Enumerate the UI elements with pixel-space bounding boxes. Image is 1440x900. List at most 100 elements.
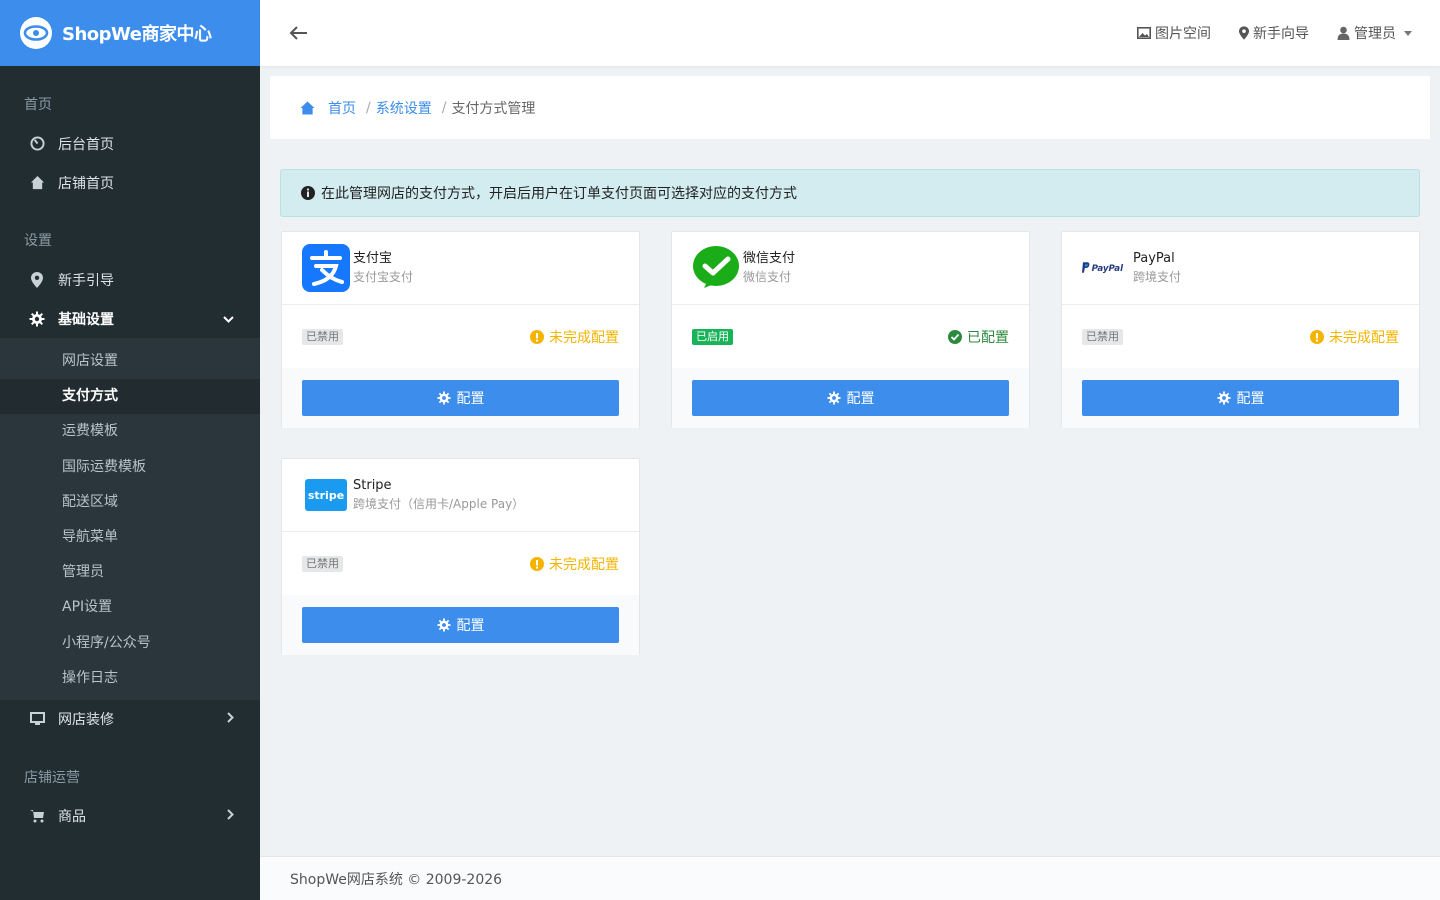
payment-card-wechat: 微信支付 微信支付 已启用 已配置 配置 <box>671 231 1030 428</box>
page-footer: ShopWe网店系统 © 2009-2026 <box>260 856 1440 900</box>
sidebar-subitem-intl-shipping[interactable]: 国际运费模板 <box>0 450 260 485</box>
sidebar-subitem-delivery-area[interactable]: 配送区域 <box>0 485 260 520</box>
config-state: 未完成配置 <box>1310 327 1399 347</box>
chevron-right-icon <box>227 711 234 727</box>
configure-button-label: 配置 <box>846 391 875 407</box>
payment-desc: 微信支付 <box>743 270 792 284</box>
config-state: 已配置 <box>948 327 1009 347</box>
home-icon <box>29 175 45 191</box>
sidebar-subitem-shop-settings[interactable]: 网店设置 <box>0 344 260 379</box>
payment-desc: 跨境支付（信用卡/Apple Pay） <box>353 497 525 511</box>
sidebar-subitem-nav-menu[interactable]: 导航菜单 <box>0 520 260 555</box>
sidebar: ShopWe商家中心 首页 后台首页 店铺首页 设置 新手引导 基础设置 网店设… <box>0 0 260 900</box>
map-marker-icon <box>1239 26 1249 40</box>
sidebar-item-decoration[interactable]: 网店装修 <box>0 700 260 739</box>
sidebar-subitem-logs[interactable]: 操作日志 <box>0 661 260 696</box>
warning-icon <box>1310 329 1324 344</box>
breadcrumb-home[interactable]: 首页 <box>328 98 356 118</box>
config-state-label: 未完成配置 <box>1329 329 1399 346</box>
config-state-label: 未完成配置 <box>549 329 619 346</box>
configure-button[interactable]: 配置 <box>1082 380 1399 416</box>
check-circle-icon <box>948 329 962 344</box>
monitor-icon <box>29 711 45 727</box>
payment-desc: 跨境支付 <box>1133 270 1182 284</box>
svg-text:stripe: stripe <box>308 489 344 502</box>
configure-button-label: 配置 <box>456 391 485 407</box>
top-links: 图片空间 新手向导 管理员 <box>1109 23 1440 43</box>
dashboard-icon <box>29 136 45 152</box>
admin-user-menu[interactable]: 管理员 <box>1337 23 1412 43</box>
user-icon <box>1337 26 1350 40</box>
warning-icon <box>530 329 544 344</box>
wechat-pay-logo-icon <box>692 244 740 292</box>
sidebar-item-label: 新手引导 <box>58 272 114 289</box>
brand-title: ShopWe商家中心 <box>62 24 212 45</box>
sidebar-subitem-shipping-template[interactable]: 运费模板 <box>0 414 260 449</box>
warning-icon <box>530 556 544 571</box>
status-badge: 已禁用 <box>1082 328 1123 345</box>
payment-desc: 支付宝支付 <box>353 270 414 284</box>
beginner-guide-link[interactable]: 新手向导 <box>1239 23 1309 43</box>
brand-logo-icon <box>20 17 52 49</box>
gear-icon <box>436 618 451 632</box>
map-marker-icon <box>29 271 45 288</box>
nav-section-settings: 设置 <box>24 233 52 249</box>
sidebar-item-label: 店铺首页 <box>58 175 114 192</box>
sidebar-subitem-admins[interactable]: 管理员 <box>0 555 260 590</box>
sidebar-item-label: 商品 <box>58 809 86 826</box>
payment-name: Stripe <box>353 478 392 493</box>
image-space-link[interactable]: 图片空间 <box>1137 23 1211 43</box>
sidebar-item-admin-home[interactable]: 后台首页 <box>0 124 260 163</box>
breadcrumb-separator: / <box>366 99 371 116</box>
brand-bar[interactable]: ShopWe商家中心 <box>0 0 260 66</box>
breadcrumb-separator: / <box>441 99 447 116</box>
sidebar-item-products[interactable]: 商品 <box>0 797 260 836</box>
configure-button[interactable]: 配置 <box>692 380 1009 416</box>
sidebar-item-label: 后台首页 <box>58 136 114 153</box>
sidebar-item-label: 基础设置 <box>58 311 114 328</box>
image-icon <box>1137 27 1151 39</box>
sidebar-item-label: 网店装修 <box>58 712 114 729</box>
configure-button[interactable]: 配置 <box>302 380 619 416</box>
info-icon <box>301 186 315 200</box>
caret-down-icon <box>1404 30 1412 36</box>
nav-section-operations: 店铺运营 <box>24 769 80 786</box>
sidebar-subitem-payment[interactable]: 支付方式 <box>0 379 260 415</box>
configure-button-label: 配置 <box>1236 391 1265 407</box>
alipay-logo-icon <box>302 244 350 292</box>
svg-text:PayPal: PayPal <box>1092 264 1125 274</box>
payment-card-alipay: 支付宝 支付宝支付 已禁用 未完成配置 配置 <box>281 231 640 428</box>
sidebar-subitem-miniprogram[interactable]: 小程序/公众号 <box>0 626 260 661</box>
config-state-label: 未完成配置 <box>549 556 619 573</box>
gear-icon <box>1216 391 1231 405</box>
sidebar-item-guide[interactable]: 新手引导 <box>0 260 260 299</box>
breadcrumb-current: 支付方式管理 <box>451 100 536 117</box>
breadcrumb: 首页 / 系统设置 / 支付方式管理 <box>270 76 1430 139</box>
payment-name: PayPal <box>1133 251 1175 266</box>
sidebar-item-basic-settings[interactable]: 基础设置 <box>0 299 260 338</box>
status-badge: 已禁用 <box>302 328 343 345</box>
config-state: 未完成配置 <box>530 554 619 574</box>
payment-card-stripe: stripe Stripe 跨境支付（信用卡/Apple Pay） 已禁用 未完… <box>281 458 640 655</box>
sidebar-item-shop-home[interactable]: 店铺首页 <box>0 163 260 202</box>
nav-section-home: 首页 <box>24 97 52 113</box>
basic-settings-submenu: 网店设置 支付方式 运费模板 国际运费模板 配送区域 导航菜单 管理员 API设… <box>0 338 260 700</box>
top-bar: 图片空间 新手向导 管理员 <box>260 0 1440 66</box>
cart-icon <box>29 808 45 824</box>
configure-button[interactable]: 配置 <box>302 607 619 643</box>
info-alert: 在此管理网店的支付方式，开启后用户在订单支付页面可选择对应的支付方式 <box>280 169 1420 217</box>
config-state-label: 已配置 <box>967 329 1009 346</box>
beginner-guide-label: 新手向导 <box>1253 26 1309 42</box>
chevron-right-icon <box>227 808 234 824</box>
gear-icon <box>826 391 841 405</box>
payment-card-paypal: PayPal PayPal 跨境支付 已禁用 未完成配置 配置 <box>1061 231 1420 428</box>
back-arrow-icon[interactable] <box>288 22 310 44</box>
gear-icon <box>29 311 45 327</box>
image-space-label: 图片空间 <box>1155 26 1211 42</box>
paypal-logo-icon: PayPal <box>1082 244 1130 292</box>
sidebar-subitem-api[interactable]: API设置 <box>0 590 260 625</box>
admin-user-label: 管理员 <box>1354 26 1396 42</box>
breadcrumb-system-settings[interactable]: 系统设置 <box>376 98 432 118</box>
info-alert-text: 在此管理网店的支付方式，开启后用户在订单支付页面可选择对应的支付方式 <box>321 186 797 202</box>
home-icon <box>300 100 315 115</box>
